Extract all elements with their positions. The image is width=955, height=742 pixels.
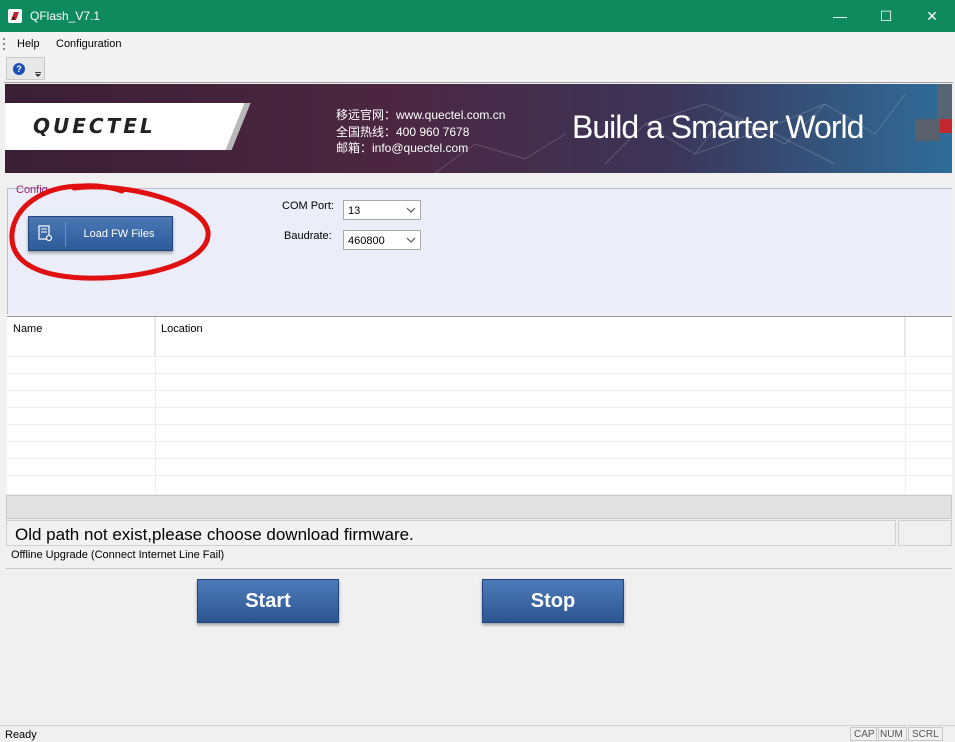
- table-row: [7, 373, 952, 374]
- divider: [6, 568, 952, 569]
- quectel-banner: QUECTEL 移远官网：www.quectel.com.cn 全国热线：400…: [5, 84, 952, 173]
- download-progress-bar: [6, 495, 952, 519]
- maximize-icon: ☐: [879, 7, 893, 24]
- table-row: [7, 441, 952, 442]
- column-header-name[interactable]: Name: [7, 317, 155, 356]
- window-title: QFlash_V7.1: [30, 9, 101, 23]
- upgrade-mode-info: Offline Upgrade (Connect Internet Line F…: [11, 549, 225, 561]
- stop-button[interactable]: Stop: [482, 579, 624, 623]
- help-icon[interactable]: ?: [13, 63, 25, 75]
- toolbar-overflow-icon[interactable]: [34, 64, 42, 78]
- chevron-down-icon: [406, 207, 416, 213]
- table-row: [7, 407, 952, 408]
- menu-grip-icon: [3, 38, 5, 50]
- menu-help[interactable]: Help: [17, 38, 40, 50]
- title-bar: QFlash_V7.1 — ☐ ✕: [0, 0, 955, 32]
- menu-bar: Help Configuration: [0, 32, 955, 56]
- table-row: [7, 458, 952, 459]
- com-port-label: COM Port:: [282, 200, 334, 212]
- banner-decoration: [938, 84, 952, 119]
- minimize-button[interactable]: —: [817, 0, 863, 32]
- table-row: [7, 390, 952, 391]
- table-row: [7, 475, 952, 476]
- column-divider: [905, 317, 906, 494]
- caps-lock-indicator: CAP: [850, 727, 879, 741]
- message-box: Old path not exist,please choose downloa…: [6, 520, 896, 546]
- banner-decoration: [915, 119, 940, 141]
- toolbar: ?: [0, 56, 955, 82]
- config-group: [7, 188, 952, 314]
- config-group-label: Config: [16, 184, 48, 196]
- table-row: [7, 424, 952, 425]
- column-divider: [155, 317, 156, 494]
- toolbar-group: ?: [6, 57, 45, 80]
- banner-hotline: 全国热线：400 960 7678: [336, 125, 470, 139]
- table-row: [7, 356, 952, 357]
- load-fw-files-button[interactable]: Load FW Files: [28, 216, 173, 251]
- file-settings-icon: [38, 225, 52, 242]
- com-port-value: 13: [348, 205, 361, 217]
- baudrate-label: Baudrate:: [284, 230, 332, 242]
- status-message: Old path not exist,please choose downloa…: [15, 525, 414, 544]
- column-header-empty: [905, 317, 952, 356]
- status-text: Ready: [5, 729, 37, 741]
- load-fw-files-label: Load FW Files: [83, 228, 155, 240]
- chevron-down-icon: [406, 237, 416, 243]
- maximize-button[interactable]: ☐: [863, 0, 909, 32]
- column-header-location[interactable]: Location: [155, 317, 905, 356]
- com-port-select[interactable]: 13: [343, 200, 421, 220]
- quectel-logo: QUECTEL: [33, 114, 156, 138]
- close-icon: ✕: [926, 7, 938, 24]
- banner-slogan: Build a Smarter World: [572, 109, 864, 145]
- num-lock-indicator: NUM: [876, 727, 907, 741]
- start-button[interactable]: Start: [197, 579, 339, 623]
- close-button[interactable]: ✕: [909, 0, 955, 32]
- firmware-file-table[interactable]: Name Location: [7, 316, 952, 494]
- scroll-lock-indicator: SCRL: [908, 727, 943, 741]
- banner-email: 邮箱：info@quectel.com: [336, 141, 469, 155]
- banner-decoration: [940, 119, 952, 133]
- menu-configuration[interactable]: Configuration: [56, 38, 121, 50]
- status-bar: Ready CAP NUM SCRL: [0, 725, 955, 742]
- minimize-icon: —: [833, 8, 847, 24]
- qflash-app-icon: [8, 9, 22, 23]
- baudrate-select[interactable]: 460800: [343, 230, 421, 250]
- baudrate-value: 460800: [348, 235, 385, 247]
- message-side-panel: [898, 520, 952, 546]
- banner-website: 移远官网：www.quectel.com.cn: [336, 108, 506, 122]
